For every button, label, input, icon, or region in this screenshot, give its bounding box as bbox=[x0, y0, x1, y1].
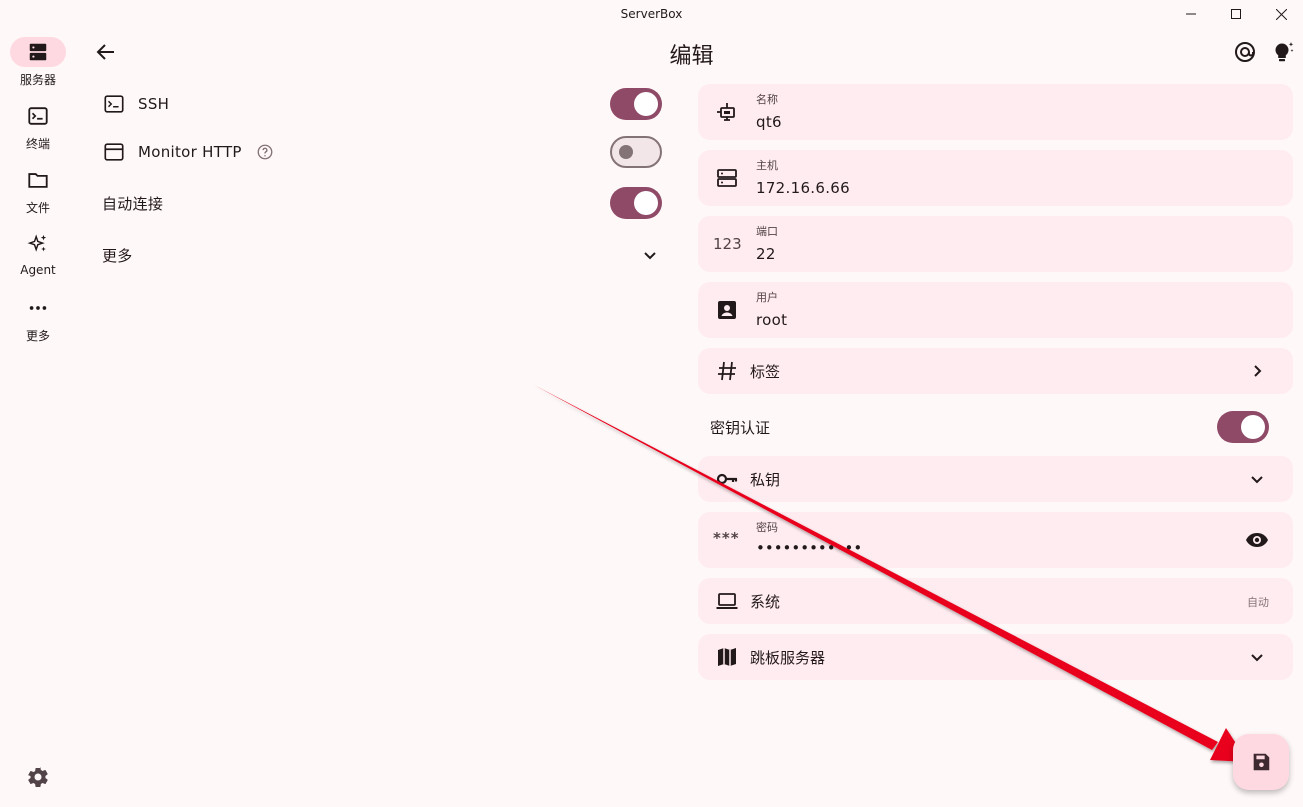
hashtag-icon bbox=[715, 359, 739, 383]
rail-label: Agent bbox=[20, 263, 56, 277]
port-value: 22 bbox=[756, 245, 776, 263]
server-icon bbox=[715, 166, 739, 190]
jump-server-row[interactable]: 跳板服务器 bbox=[698, 634, 1293, 680]
settings-button[interactable] bbox=[26, 765, 50, 789]
more-horiz-icon bbox=[10, 293, 66, 323]
private-key-label: 私钥 bbox=[750, 471, 781, 489]
laptop-icon bbox=[715, 589, 739, 613]
save-button[interactable] bbox=[1233, 734, 1289, 790]
name-label: 名称 bbox=[756, 93, 778, 106]
name-value: qt6 bbox=[756, 113, 782, 131]
password-icon: *** bbox=[713, 529, 740, 547]
monitor-http-row: Monitor HTTP bbox=[102, 132, 662, 172]
host-label: 主机 bbox=[756, 159, 778, 172]
monitor-http-label: Monitor HTTP bbox=[138, 143, 242, 161]
window-title: ServerBox bbox=[620, 7, 683, 21]
port-field[interactable]: 123 端口 22 bbox=[698, 216, 1293, 272]
rail-item-terminal[interactable]: 终端 bbox=[0, 101, 76, 161]
maximize-icon bbox=[1231, 9, 1241, 19]
close-button[interactable] bbox=[1258, 0, 1303, 28]
port-label: 端口 bbox=[756, 225, 778, 238]
maximize-button[interactable] bbox=[1213, 0, 1259, 28]
rail-item-files[interactable]: 文件 bbox=[0, 165, 76, 225]
rail-label: 终端 bbox=[25, 137, 50, 151]
folder-icon bbox=[10, 165, 66, 195]
chevron-down-icon bbox=[1245, 467, 1269, 491]
map-icon bbox=[715, 645, 739, 669]
rail-label: 更多 bbox=[25, 329, 50, 343]
system-value: 自动 bbox=[1247, 596, 1269, 609]
nav-rail: 服务器 终端 文件 Agent 更多 bbox=[0, 28, 76, 807]
key-auth-label: 密钥认证 bbox=[710, 419, 771, 437]
at-sign-icon bbox=[1235, 42, 1255, 62]
name-tag-icon bbox=[715, 100, 739, 124]
terminal-icon bbox=[10, 101, 66, 131]
name-field[interactable]: 名称 qt6 bbox=[698, 84, 1293, 140]
system-row[interactable]: 系统 自动 bbox=[698, 578, 1293, 624]
switch-knob bbox=[619, 145, 633, 159]
rail-label: 服务器 bbox=[19, 73, 56, 87]
rail-label: 文件 bbox=[25, 201, 50, 215]
switch-knob bbox=[634, 191, 658, 215]
auto-connect-switch[interactable] bbox=[610, 187, 662, 219]
at-sign-button[interactable] bbox=[1233, 40, 1257, 64]
lightbulb-icon bbox=[1275, 42, 1294, 62]
tags-row[interactable]: 标签 bbox=[698, 348, 1293, 394]
tips-button[interactable] bbox=[1272, 40, 1296, 64]
back-button[interactable] bbox=[94, 40, 118, 64]
title-bar: ServerBox bbox=[0, 0, 1303, 28]
password-field[interactable]: *** 密码 •••••••••••• bbox=[698, 512, 1293, 568]
gear-icon bbox=[28, 767, 48, 788]
rail-item-more[interactable]: 更多 bbox=[0, 293, 76, 353]
web-window-icon bbox=[102, 140, 126, 164]
monitor-http-switch[interactable] bbox=[610, 136, 662, 168]
host-value: 172.16.6.66 bbox=[756, 179, 850, 197]
auto-connect-label: 自动连接 bbox=[102, 194, 164, 213]
minimize-button[interactable] bbox=[1168, 0, 1214, 28]
system-label: 系统 bbox=[750, 593, 781, 611]
more-label: 更多 bbox=[102, 246, 133, 265]
minimize-icon bbox=[1186, 13, 1196, 15]
help-icon[interactable] bbox=[256, 143, 274, 161]
rail-item-servers[interactable]: 服务器 bbox=[0, 37, 76, 97]
user-value: root bbox=[756, 311, 788, 329]
user-field[interactable]: 用户 root bbox=[698, 282, 1293, 338]
sparkle-icon bbox=[10, 229, 66, 259]
server-icon bbox=[10, 37, 66, 67]
ssh-row: SSH bbox=[102, 84, 662, 124]
chevron-down-icon bbox=[1245, 645, 1269, 669]
password-label: 密码 bbox=[756, 521, 778, 534]
ssh-switch[interactable] bbox=[610, 88, 662, 120]
terminal-icon bbox=[102, 92, 126, 116]
numbers-icon: 123 bbox=[713, 235, 742, 253]
jump-server-label: 跳板服务器 bbox=[750, 649, 826, 667]
switch-knob bbox=[634, 92, 658, 116]
chevron-down-icon bbox=[638, 243, 662, 267]
eye-icon[interactable] bbox=[1245, 528, 1269, 552]
page-title: 编辑 bbox=[669, 44, 714, 69]
user-label: 用户 bbox=[756, 291, 778, 304]
key-auth-row: 密钥认证 bbox=[698, 407, 1293, 447]
key-auth-switch[interactable] bbox=[1217, 411, 1269, 443]
chevron-right-icon bbox=[1245, 359, 1269, 383]
auto-connect-row: 自动连接 bbox=[102, 183, 662, 223]
save-icon bbox=[1253, 753, 1270, 771]
key-icon bbox=[715, 467, 739, 491]
arrow-back-icon bbox=[96, 44, 114, 60]
more-expander[interactable]: 更多 bbox=[102, 235, 662, 275]
close-icon bbox=[1275, 8, 1287, 20]
private-key-row[interactable]: 私钥 bbox=[698, 456, 1293, 502]
rail-item-agent[interactable]: Agent bbox=[0, 229, 76, 289]
password-value: •••••••••••• bbox=[756, 539, 863, 557]
switch-knob bbox=[1241, 415, 1265, 439]
host-field[interactable]: 主机 172.16.6.66 bbox=[698, 150, 1293, 206]
ssh-label: SSH bbox=[138, 95, 170, 113]
account-box-icon bbox=[715, 298, 739, 322]
tags-label: 标签 bbox=[750, 363, 781, 381]
